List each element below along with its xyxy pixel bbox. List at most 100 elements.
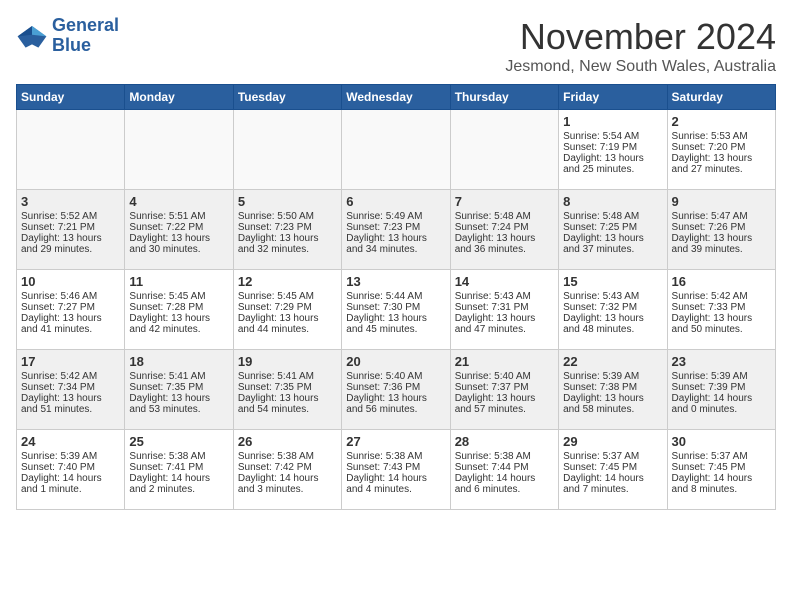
calendar-cell: 3Sunrise: 5:52 AMSunset: 7:21 PMDaylight… (17, 190, 125, 270)
day-info: Daylight: 13 hours (672, 313, 771, 324)
day-info: and 2 minutes. (129, 484, 228, 495)
day-info: Daylight: 13 hours (672, 233, 771, 244)
calendar-week-5: 24Sunrise: 5:39 AMSunset: 7:40 PMDayligh… (17, 430, 776, 510)
day-info: Sunset: 7:38 PM (563, 382, 662, 393)
day-info: Sunrise: 5:39 AM (21, 451, 120, 462)
day-number: 28 (455, 434, 554, 449)
day-info: Sunset: 7:43 PM (346, 462, 445, 473)
day-info: Sunset: 7:28 PM (129, 302, 228, 313)
day-info: Sunset: 7:32 PM (563, 302, 662, 313)
day-number: 7 (455, 194, 554, 209)
day-info: Sunrise: 5:47 AM (672, 211, 771, 222)
calendar-cell: 13Sunrise: 5:44 AMSunset: 7:30 PMDayligh… (342, 270, 450, 350)
day-info: Sunrise: 5:41 AM (129, 371, 228, 382)
calendar-cell: 18Sunrise: 5:41 AMSunset: 7:35 PMDayligh… (125, 350, 233, 430)
calendar-cell: 29Sunrise: 5:37 AMSunset: 7:45 PMDayligh… (559, 430, 667, 510)
day-info: Daylight: 13 hours (455, 233, 554, 244)
day-info: Sunset: 7:33 PM (672, 302, 771, 313)
day-number: 11 (129, 274, 228, 289)
calendar-cell: 30Sunrise: 5:37 AMSunset: 7:45 PMDayligh… (667, 430, 775, 510)
calendar-cell: 10Sunrise: 5:46 AMSunset: 7:27 PMDayligh… (17, 270, 125, 350)
day-number: 8 (563, 194, 662, 209)
calendar-week-4: 17Sunrise: 5:42 AMSunset: 7:34 PMDayligh… (17, 350, 776, 430)
day-number: 18 (129, 354, 228, 369)
day-number: 4 (129, 194, 228, 209)
day-info: Sunrise: 5:38 AM (455, 451, 554, 462)
day-number: 6 (346, 194, 445, 209)
day-info: and 36 minutes. (455, 244, 554, 255)
day-info: Sunrise: 5:54 AM (563, 131, 662, 142)
calendar-cell (17, 110, 125, 190)
day-info: Sunset: 7:23 PM (346, 222, 445, 233)
calendar-cell: 26Sunrise: 5:38 AMSunset: 7:42 PMDayligh… (233, 430, 341, 510)
day-header-saturday: Saturday (667, 85, 775, 110)
day-info: Sunrise: 5:53 AM (672, 131, 771, 142)
calendar-week-1: 1Sunrise: 5:54 AMSunset: 7:19 PMDaylight… (17, 110, 776, 190)
calendar-cell (450, 110, 558, 190)
day-info: Sunset: 7:22 PM (129, 222, 228, 233)
day-number: 12 (238, 274, 337, 289)
calendar-cell: 27Sunrise: 5:38 AMSunset: 7:43 PMDayligh… (342, 430, 450, 510)
day-info: Sunset: 7:30 PM (346, 302, 445, 313)
calendar-table: SundayMondayTuesdayWednesdayThursdayFrid… (16, 84, 776, 510)
calendar-cell: 22Sunrise: 5:39 AMSunset: 7:38 PMDayligh… (559, 350, 667, 430)
day-info: Sunrise: 5:38 AM (238, 451, 337, 462)
day-info: Sunset: 7:42 PM (238, 462, 337, 473)
day-info: Daylight: 13 hours (563, 313, 662, 324)
day-number: 2 (672, 114, 771, 129)
day-info: and 32 minutes. (238, 244, 337, 255)
day-info: and 42 minutes. (129, 324, 228, 335)
day-info: and 58 minutes. (563, 404, 662, 415)
day-info: Sunrise: 5:39 AM (672, 371, 771, 382)
day-number: 25 (129, 434, 228, 449)
calendar-cell: 23Sunrise: 5:39 AMSunset: 7:39 PMDayligh… (667, 350, 775, 430)
day-info: Sunrise: 5:45 AM (238, 291, 337, 302)
calendar-cell: 4 Sunrise: 5:51 AMSunset: 7:22 PMDaylight… (125, 190, 233, 270)
day-info: Sunset: 7:31 PM (455, 302, 554, 313)
day-info: Sunset: 7:23 PM (238, 222, 337, 233)
day-number: 19 (238, 354, 337, 369)
day-info: Sunset: 7:25 PM (563, 222, 662, 233)
day-info: Sunset: 7:37 PM (455, 382, 554, 393)
day-info: and 48 minutes. (563, 324, 662, 335)
day-info: and 54 minutes. (238, 404, 337, 415)
day-info: Daylight: 13 hours (455, 393, 554, 404)
day-info: Sunset: 7:45 PM (563, 462, 662, 473)
day-number: 5 (238, 194, 337, 209)
day-info: Sunrise: 5:38 AM (346, 451, 445, 462)
day-number: 29 (563, 434, 662, 449)
day-header-sunday: Sunday (17, 85, 125, 110)
day-info: and 7 minutes. (563, 484, 662, 495)
day-info: Sunrise: 5:51 AM (129, 211, 228, 222)
day-info: Daylight: 13 hours (346, 393, 445, 404)
calendar-cell: 17Sunrise: 5:42 AMSunset: 7:34 PMDayligh… (17, 350, 125, 430)
day-info: Sunset: 7:21 PM (21, 222, 120, 233)
day-number: 27 (346, 434, 445, 449)
day-info: Daylight: 13 hours (129, 233, 228, 244)
calendar-cell: 14Sunrise: 5:43 AMSunset: 7:31 PMDayligh… (450, 270, 558, 350)
day-number: 21 (455, 354, 554, 369)
day-info: Sunset: 7:20 PM (672, 142, 771, 153)
day-info: Sunrise: 5:45 AM (129, 291, 228, 302)
day-header-tuesday: Tuesday (233, 85, 341, 110)
day-info: Daylight: 14 hours (563, 473, 662, 484)
day-info: Sunset: 7:27 PM (21, 302, 120, 313)
day-info: Sunrise: 5:43 AM (563, 291, 662, 302)
day-header-thursday: Thursday (450, 85, 558, 110)
day-info: and 44 minutes. (238, 324, 337, 335)
calendar-cell: 15Sunrise: 5:43 AMSunset: 7:32 PMDayligh… (559, 270, 667, 350)
day-number: 16 (672, 274, 771, 289)
day-info: Daylight: 13 hours (21, 233, 120, 244)
day-header-monday: Monday (125, 85, 233, 110)
calendar-cell (125, 110, 233, 190)
day-info: Sunrise: 5:40 AM (346, 371, 445, 382)
day-info: and 27 minutes. (672, 164, 771, 175)
day-header-friday: Friday (559, 85, 667, 110)
day-info: and 8 minutes. (672, 484, 771, 495)
day-info: Daylight: 14 hours (672, 393, 771, 404)
day-info: and 4 minutes. (346, 484, 445, 495)
day-info: Sunset: 7:24 PM (455, 222, 554, 233)
day-info: Sunrise: 5:43 AM (455, 291, 554, 302)
day-header-wednesday: Wednesday (342, 85, 450, 110)
day-info: Sunrise: 5:39 AM (563, 371, 662, 382)
